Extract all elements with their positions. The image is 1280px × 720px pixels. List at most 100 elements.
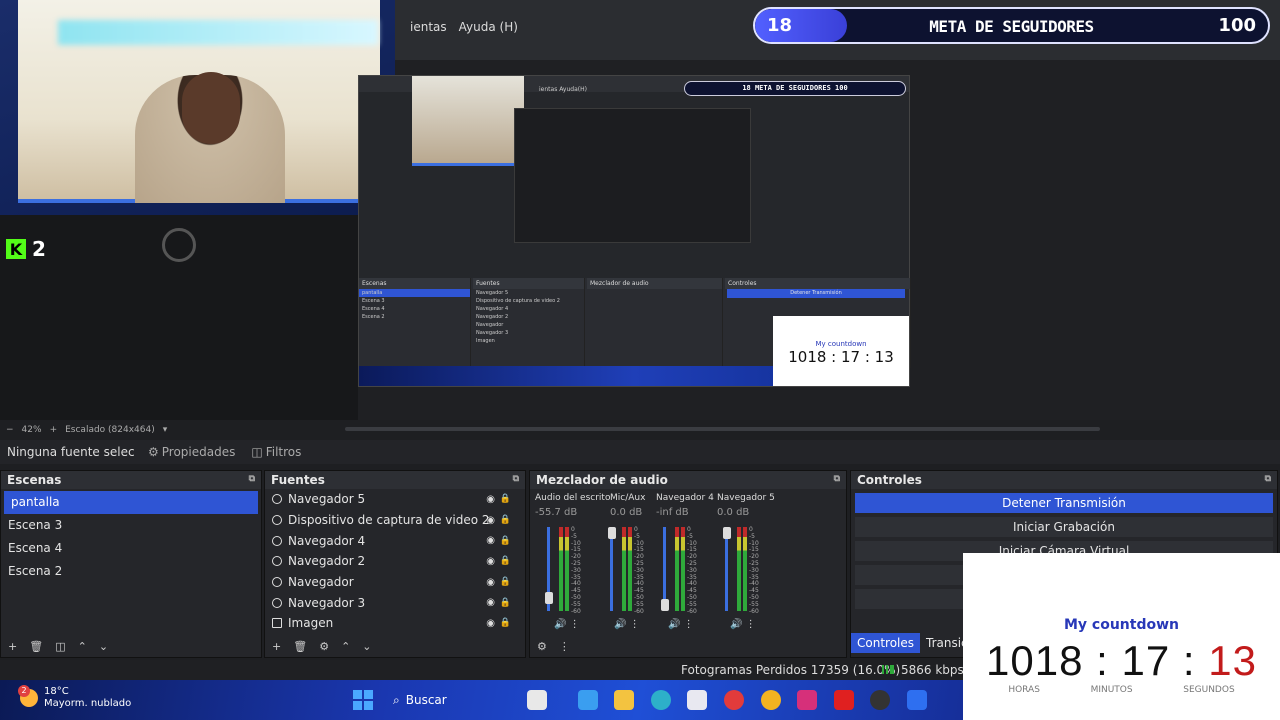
zoom-out-button[interactable]: − (6, 425, 14, 435)
lock-icon[interactable]: 🔒 (500, 577, 511, 587)
move-down-icon[interactable]: ⌄ (362, 640, 371, 653)
visibility-eye-icon[interactable]: ◉ (486, 577, 495, 588)
db-scale: 0 -5 -10 -15 -20 -25 -30 -35 -40 -45 -50 -55 -60 (687, 526, 697, 615)
nested-source: Navegador 4 (476, 306, 509, 312)
undock-icon[interactable]: ⧉ (249, 474, 255, 484)
globe-icon (272, 556, 282, 567)
scaling-dropdown-icon[interactable]: ▾ (163, 425, 168, 435)
menu-item-help[interactable]: Ayuda (H) (459, 20, 518, 34)
weather-widget[interactable]: 2 18°C Mayorm. nublado (18, 685, 131, 710)
remove-source-icon[interactable]: 🗑 (293, 640, 307, 653)
add-source-icon[interactable]: + (272, 640, 281, 653)
sources-toolbar: + 🗑 ⚙ ⌃ ⌄ (265, 635, 525, 657)
visibility-eye-icon[interactable]: ◉ (486, 597, 495, 608)
lock-icon[interactable]: 🔒 (500, 598, 511, 608)
instagram-icon[interactable] (797, 690, 817, 710)
kick-count: 2 (32, 237, 46, 261)
move-down-icon[interactable]: ⌄ (99, 640, 108, 653)
source-item[interactable]: Navegador 4 ◉ 🔒 (265, 530, 525, 551)
chrome-icon[interactable] (761, 690, 781, 710)
app-icon[interactable] (907, 690, 927, 710)
scene-item[interactable]: Escena 4 (1, 537, 261, 560)
zoom-in-button[interactable]: + (50, 425, 58, 435)
scene-item[interactable]: Escena 2 (1, 560, 261, 583)
mixer-settings-icon[interactable]: ⚙ (537, 640, 547, 653)
lock-icon[interactable]: 🔒 (500, 618, 511, 628)
source-properties-icon[interactable]: ⚙ (319, 640, 329, 653)
channel-db: -55.7 dB (535, 507, 578, 518)
windows-start-icon[interactable] (353, 690, 373, 710)
search-icon: ⌕ (393, 692, 400, 707)
label-seconds: SEGUNDOS (1183, 685, 1235, 695)
source-item[interactable]: Navegador 5 ◉ 🔒 (265, 489, 525, 510)
add-scene-icon[interactable]: + (8, 640, 17, 653)
obs-icon[interactable] (870, 690, 890, 710)
undock-icon[interactable]: ⧉ (1265, 474, 1271, 484)
copilot-icon[interactable] (578, 690, 598, 710)
fader-knob[interactable] (545, 591, 553, 604)
lock-icon[interactable]: 🔒 (500, 515, 511, 525)
scaling-label: Escalado (824x464) (65, 424, 155, 435)
source-name: Navegador 5 (288, 492, 366, 507)
scene-filters-icon[interactable]: ◫ (55, 640, 65, 653)
lock-icon[interactable]: 🔒 (500, 536, 511, 546)
tab-controls[interactable]: Controles (851, 633, 921, 653)
level-meter (559, 527, 563, 611)
mute-speaker-icon[interactable]: 🔊 ⋮ (614, 619, 640, 630)
source-item[interactable]: Navegador 2 ◉ 🔒 (265, 551, 525, 572)
news-app-icon[interactable] (527, 690, 547, 710)
fader-knob[interactable] (608, 527, 616, 539)
scene-item[interactable]: Escena 3 (1, 514, 261, 537)
mute-speaker-icon[interactable]: 🔊 ⋮ (554, 619, 580, 630)
nested-countdown-value: 1018 : 17 : 13 (788, 348, 894, 366)
lock-icon[interactable]: 🔒 (500, 494, 511, 504)
fader-knob[interactable] (723, 527, 731, 539)
nested-inner-capture (514, 108, 751, 243)
file-explorer-icon[interactable] (614, 690, 634, 710)
undock-icon[interactable]: ⧉ (513, 474, 519, 484)
nested-menu: ientas Ayuda(H) (539, 86, 587, 93)
visibility-eye-icon[interactable]: ◉ (486, 618, 495, 629)
image-icon (272, 618, 282, 629)
filters-button[interactable]: ◫ Filtros (243, 445, 309, 459)
mute-speaker-icon[interactable]: 🔊 ⋮ (730, 619, 756, 630)
properties-label: Propiedades (161, 445, 236, 459)
mixer-channel: Navegador 4 -inf dB (656, 493, 718, 518)
menu-item-tools[interactable]: ientas (410, 20, 447, 34)
mixer-menu-icon[interactable]: ⋮ (559, 640, 570, 653)
nested-scene: Escena 3 (362, 298, 385, 304)
lock-icon[interactable]: 🔒 (500, 556, 511, 566)
source-item[interactable]: Navegador ◉ 🔒 (265, 572, 525, 593)
countdown-sep: : (1182, 637, 1196, 684)
properties-button[interactable]: ⚙ Propiedades (140, 445, 243, 459)
store-icon[interactable] (687, 690, 707, 710)
volume-fader[interactable] (610, 527, 613, 611)
remove-scene-icon[interactable]: 🗑 (29, 640, 43, 653)
volume-fader[interactable] (725, 527, 728, 611)
edge-icon[interactable] (651, 690, 671, 710)
source-item[interactable]: Dispositivo de captura de video 2 ◉ 🔒 (265, 510, 525, 531)
source-name: Navegador 2 (288, 554, 366, 569)
start-recording-button[interactable]: Iniciar Grabación (855, 517, 1273, 537)
source-item[interactable]: Navegador 3 ◉ 🔒 (265, 592, 525, 613)
scenes-header: Escenas ⧉ (1, 471, 261, 489)
move-up-icon[interactable]: ⌃ (78, 640, 87, 653)
menu-bar: ientas Ayuda (H) (410, 20, 518, 34)
visibility-eye-icon[interactable]: ◉ (486, 494, 495, 505)
move-up-icon[interactable]: ⌃ (341, 640, 350, 653)
visibility-eye-icon[interactable]: ◉ (486, 515, 495, 526)
youtube-icon[interactable] (834, 690, 854, 710)
source-item[interactable]: Imagen ◉ 🔒 (265, 613, 525, 634)
preview-horizontal-scrollbar[interactable] (345, 427, 1100, 431)
visibility-eye-icon[interactable]: ◉ (486, 535, 495, 546)
level-meter (622, 527, 626, 611)
stop-streaming-button[interactable]: Detener Transmisión (855, 493, 1273, 513)
undock-icon[interactable]: ⧉ (834, 474, 840, 484)
nested-source: Navegador (476, 322, 504, 328)
visibility-eye-icon[interactable]: ◉ (486, 556, 495, 567)
taskbar-search[interactable]: ⌕ Buscar (385, 688, 515, 712)
scene-item[interactable]: pantalla (4, 491, 258, 514)
media-player-icon[interactable] (724, 690, 744, 710)
fader-knob[interactable] (661, 599, 669, 611)
mute-speaker-icon[interactable]: 🔊 ⋮ (668, 619, 694, 630)
